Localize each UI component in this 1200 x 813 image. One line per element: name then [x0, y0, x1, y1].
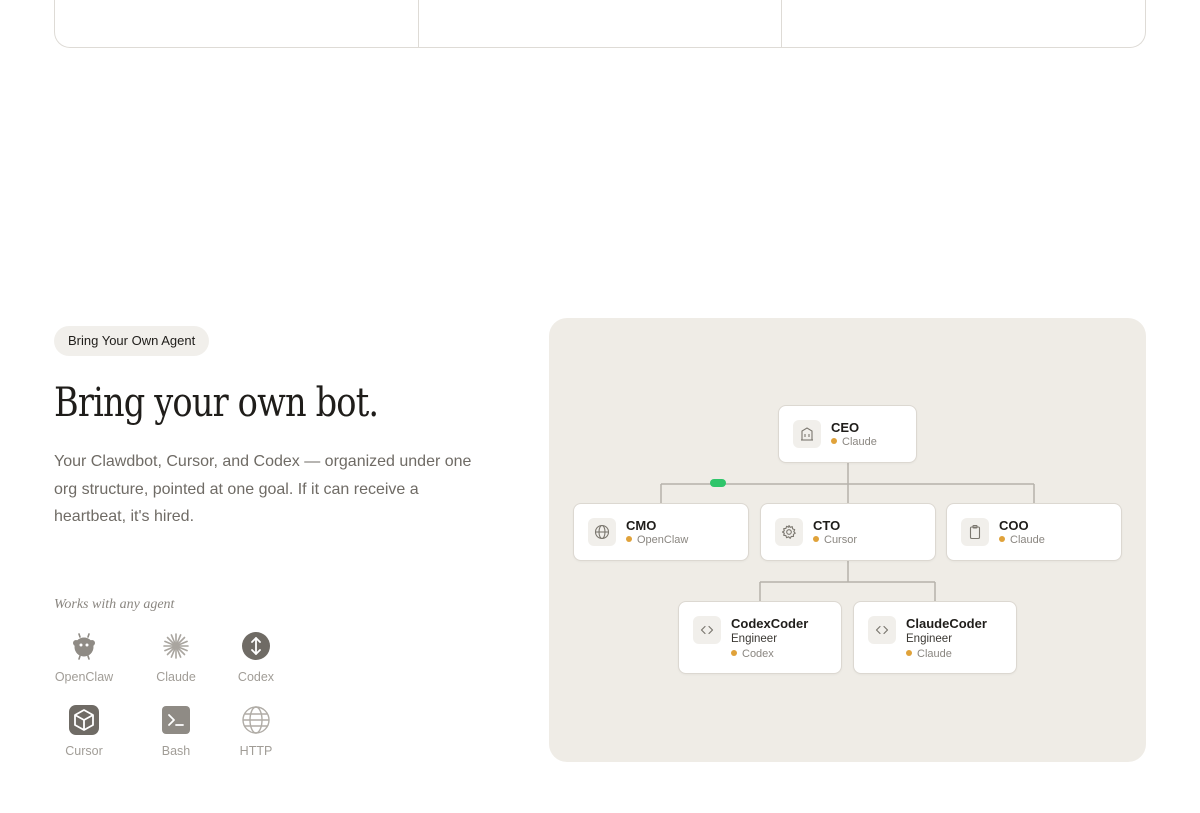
- org-chart-panel: CEO Claude CMO OpenClaw CTO Cursor COO C…: [549, 318, 1146, 762]
- cursor-icon: [69, 705, 99, 735]
- code-icon: [693, 616, 721, 644]
- card-cell: [419, 0, 783, 47]
- node-tool-label: Claude: [917, 648, 952, 660]
- codex-icon: [241, 631, 271, 661]
- bash-icon: [161, 705, 191, 735]
- agent-label: Cursor: [65, 744, 103, 758]
- card-cell: [782, 0, 1145, 47]
- heartbeat-pulse: [710, 479, 726, 487]
- globe-icon: [588, 518, 616, 546]
- node-tool-label: Codex: [742, 648, 774, 660]
- agent-label: Bash: [161, 744, 191, 758]
- works-with-label: Works with any agent: [54, 597, 175, 612]
- node-tool: Claude: [906, 648, 952, 660]
- code-icon: [868, 616, 896, 644]
- card-cell: [55, 0, 419, 47]
- node-tool-label: Claude: [842, 436, 877, 448]
- gear-icon: [775, 518, 803, 546]
- section-headline: Bring your own bot.: [54, 380, 379, 426]
- agent-http: HTTP: [221, 705, 291, 758]
- node-role: Engineer: [906, 633, 953, 645]
- node-tool: Cursor: [813, 534, 857, 546]
- node-tool-label: OpenClaw: [637, 534, 689, 546]
- node-title: COO: [999, 518, 1029, 533]
- section-badge: Bring Your Own Agent: [54, 326, 210, 356]
- node-tool: OpenClaw: [626, 534, 688, 546]
- status-dot: [999, 536, 1005, 542]
- node-tool: Codex: [731, 648, 774, 660]
- agent-bash: Bash: [141, 705, 211, 758]
- node-title: ClaudeCoder: [906, 616, 987, 631]
- org-node-coo[interactable]: COO Claude: [946, 503, 1122, 561]
- node-title: CTO: [813, 518, 841, 533]
- status-dot: [813, 536, 819, 542]
- section-description: Your Clawdbot, Cursor, and Codex — organ…: [54, 453, 472, 525]
- status-dot: [831, 438, 837, 444]
- building-icon: [793, 420, 821, 448]
- agent-codex: Codex: [221, 631, 291, 684]
- agent-openclaw: OpenClaw: [49, 631, 119, 684]
- org-node-cmo[interactable]: CMO OpenClaw: [573, 503, 749, 561]
- org-node-claudecoder[interactable]: ClaudeCoder Engineer Claude: [853, 601, 1017, 674]
- node-tool-label: Claude: [1010, 534, 1045, 546]
- openclaw-icon: [69, 631, 99, 661]
- node-role: Engineer: [731, 633, 778, 645]
- agent-cursor: Cursor: [49, 705, 119, 758]
- agent-label: HTTP: [239, 744, 273, 758]
- node-title: CMO: [626, 518, 657, 533]
- node-title: CEO: [831, 420, 860, 435]
- globe-icon: [241, 705, 271, 735]
- agent-claude: Claude: [141, 631, 211, 684]
- node-title: CodexCoder: [731, 616, 809, 631]
- node-tool: Claude: [831, 436, 877, 448]
- agent-label: Codex: [237, 670, 275, 684]
- org-node-codexcoder[interactable]: CodexCoder Engineer Codex: [678, 601, 842, 674]
- agent-label: OpenClaw: [54, 670, 114, 684]
- previous-section-card-grid: [54, 0, 1146, 48]
- clipboard-icon: [961, 518, 989, 546]
- org-node-cto[interactable]: CTO Cursor: [760, 503, 936, 561]
- node-tool-label: Cursor: [824, 534, 858, 546]
- status-dot: [731, 650, 737, 656]
- org-node-ceo[interactable]: CEO Claude: [778, 405, 917, 463]
- status-dot: [626, 536, 632, 542]
- agent-label: Claude: [156, 670, 196, 684]
- status-dot: [906, 650, 912, 656]
- node-tool: Claude: [999, 534, 1045, 546]
- claude-icon: [161, 631, 191, 661]
